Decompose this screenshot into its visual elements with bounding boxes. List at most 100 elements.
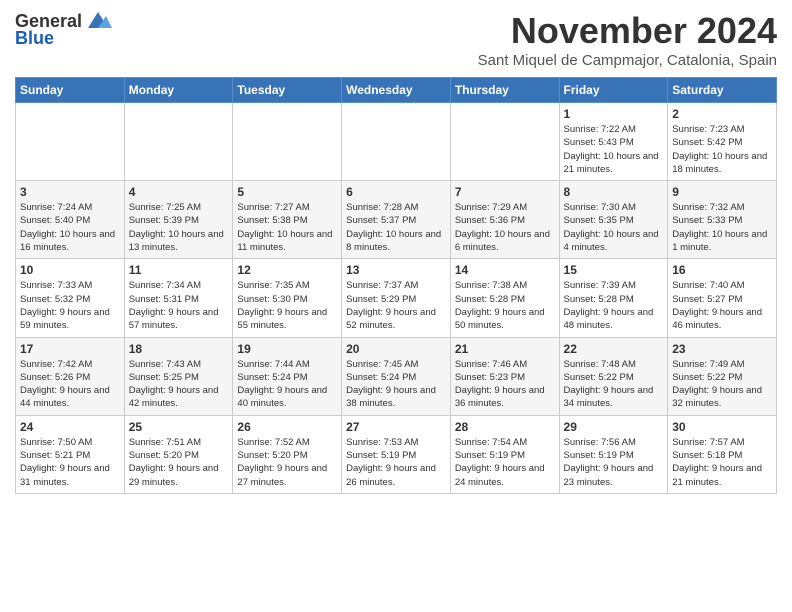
calendar-day-cell: 1Sunrise: 7:22 AM Sunset: 5:43 PM Daylig… xyxy=(559,103,668,181)
calendar-week-row: 10 Sunrise: 7:33 AM Sunset: 5:32 PM Dayli… xyxy=(16,259,777,337)
calendar-day-cell xyxy=(233,103,342,181)
calendar-day-cell: 20Sunrise: 7:45 AM Sunset: 5:24 PM Dayli… xyxy=(342,337,451,415)
day-number: 12 xyxy=(237,263,337,277)
day-number: 28 xyxy=(455,420,555,434)
calendar-week-row: 24 Sunrise: 7:50 AM Sunset: 5:21 PM Dayli… xyxy=(16,415,777,493)
day-number: 24 xyxy=(20,420,120,434)
day-number: 19 xyxy=(237,342,337,356)
day-info: Sunrise: 7:57 AM Sunset: 5:18 PM Dayligh… xyxy=(672,436,772,489)
day-number: 13 xyxy=(346,263,446,277)
day-of-week-header: Saturday xyxy=(668,78,777,103)
calendar-day-cell: 12 Sunrise: 7:35 AM Sunset: 5:30 PM Dayli… xyxy=(233,259,342,337)
day-number: 6 xyxy=(346,185,446,199)
calendar-day-cell: 23 Sunrise: 7:49 AM Sunset: 5:22 PM Dayli… xyxy=(668,337,777,415)
calendar-day-cell: 9 Sunrise: 7:32 AM Sunset: 5:33 PM Daylig… xyxy=(668,181,777,259)
logo-blue-text: Blue xyxy=(15,28,54,49)
day-number: 4 xyxy=(129,185,229,199)
calendar-day-cell: 14 Sunrise: 7:38 AM Sunset: 5:28 PM Dayli… xyxy=(450,259,559,337)
day-number: 15 xyxy=(564,263,664,277)
calendar-day-cell: 28 Sunrise: 7:54 AM Sunset: 5:19 PM Dayli… xyxy=(450,415,559,493)
day-number: 26 xyxy=(237,420,337,434)
calendar-day-cell: 29 Sunrise: 7:56 AM Sunset: 5:19 PM Dayli… xyxy=(559,415,668,493)
calendar-day-cell: 11Sunrise: 7:34 AM Sunset: 5:31 PM Dayli… xyxy=(124,259,233,337)
day-of-week-header: Tuesday xyxy=(233,78,342,103)
day-number: 18 xyxy=(129,342,229,356)
day-number: 22 xyxy=(564,342,664,356)
calendar-day-cell: 27Sunrise: 7:53 AM Sunset: 5:19 PM Dayli… xyxy=(342,415,451,493)
day-info: Sunrise: 7:42 AM Sunset: 5:26 PM Dayligh… xyxy=(20,358,120,411)
calendar-day-cell: 7Sunrise: 7:29 AM Sunset: 5:36 PM Daylig… xyxy=(450,181,559,259)
calendar-day-cell: 15 Sunrise: 7:39 AM Sunset: 5:28 PM Dayli… xyxy=(559,259,668,337)
day-info: Sunrise: 7:54 AM Sunset: 5:19 PM Dayligh… xyxy=(455,436,555,489)
day-of-week-header: Sunday xyxy=(16,78,125,103)
day-info: Sunrise: 7:25 AM Sunset: 5:39 PM Dayligh… xyxy=(129,201,229,254)
calendar-day-cell: 17 Sunrise: 7:42 AM Sunset: 5:26 PM Dayli… xyxy=(16,337,125,415)
day-number: 10 xyxy=(20,263,120,277)
calendar-day-cell xyxy=(16,103,125,181)
calendar-day-cell xyxy=(342,103,451,181)
day-number: 7 xyxy=(455,185,555,199)
day-info: Sunrise: 7:48 AM Sunset: 5:22 PM Dayligh… xyxy=(564,358,664,411)
day-number: 17 xyxy=(20,342,120,356)
day-number: 9 xyxy=(672,185,772,199)
day-number: 20 xyxy=(346,342,446,356)
day-number: 3 xyxy=(20,185,120,199)
day-info: Sunrise: 7:32 AM Sunset: 5:33 PM Dayligh… xyxy=(672,201,772,254)
day-info: Sunrise: 7:44 AM Sunset: 5:24 PM Dayligh… xyxy=(237,358,337,411)
calendar-day-cell: 10 Sunrise: 7:33 AM Sunset: 5:32 PM Dayli… xyxy=(16,259,125,337)
day-info: Sunrise: 7:37 AM Sunset: 5:29 PM Dayligh… xyxy=(346,279,446,332)
day-number: 29 xyxy=(564,420,664,434)
day-info: Sunrise: 7:28 AM Sunset: 5:37 PM Dayligh… xyxy=(346,201,446,254)
day-info: Sunrise: 7:38 AM Sunset: 5:28 PM Dayligh… xyxy=(455,279,555,332)
day-info: Sunrise: 7:49 AM Sunset: 5:22 PM Dayligh… xyxy=(672,358,772,411)
day-of-week-header: Friday xyxy=(559,78,668,103)
day-number: 8 xyxy=(564,185,664,199)
page-header: General Blue November 2024 Sant Miquel d… xyxy=(15,10,777,69)
day-info: Sunrise: 7:56 AM Sunset: 5:19 PM Dayligh… xyxy=(564,436,664,489)
day-number: 5 xyxy=(237,185,337,199)
day-info: Sunrise: 7:35 AM Sunset: 5:30 PM Dayligh… xyxy=(237,279,337,332)
day-number: 30 xyxy=(672,420,772,434)
day-number: 21 xyxy=(455,342,555,356)
calendar-day-cell: 16Sunrise: 7:40 AM Sunset: 5:27 PM Dayli… xyxy=(668,259,777,337)
calendar-day-cell: 30 Sunrise: 7:57 AM Sunset: 5:18 PM Dayli… xyxy=(668,415,777,493)
day-info: Sunrise: 7:39 AM Sunset: 5:28 PM Dayligh… xyxy=(564,279,664,332)
day-number: 25 xyxy=(129,420,229,434)
day-number: 16 xyxy=(672,263,772,277)
day-info: Sunrise: 7:33 AM Sunset: 5:32 PM Dayligh… xyxy=(20,279,120,332)
calendar-week-row: 1Sunrise: 7:22 AM Sunset: 5:43 PM Daylig… xyxy=(16,103,777,181)
month-title: November 2024 xyxy=(478,10,777,52)
calendar-day-cell: 4 Sunrise: 7:25 AM Sunset: 5:39 PM Daylig… xyxy=(124,181,233,259)
location-subtitle: Sant Miquel de Campmajor, Catalonia, Spa… xyxy=(478,52,777,69)
day-info: Sunrise: 7:53 AM Sunset: 5:19 PM Dayligh… xyxy=(346,436,446,489)
calendar-day-cell: 26 Sunrise: 7:52 AM Sunset: 5:20 PM Dayli… xyxy=(233,415,342,493)
day-of-week-header: Monday xyxy=(124,78,233,103)
calendar-day-cell: 25Sunrise: 7:51 AM Sunset: 5:20 PM Dayli… xyxy=(124,415,233,493)
calendar-day-cell: 21Sunrise: 7:46 AM Sunset: 5:23 PM Dayli… xyxy=(450,337,559,415)
calendar-day-cell: 24 Sunrise: 7:50 AM Sunset: 5:21 PM Dayli… xyxy=(16,415,125,493)
calendar-day-cell: 5 Sunrise: 7:27 AM Sunset: 5:38 PM Daylig… xyxy=(233,181,342,259)
calendar-day-cell xyxy=(450,103,559,181)
calendar-day-cell: 8 Sunrise: 7:30 AM Sunset: 5:35 PM Daylig… xyxy=(559,181,668,259)
logo-icon xyxy=(84,10,112,32)
day-info: Sunrise: 7:43 AM Sunset: 5:25 PM Dayligh… xyxy=(129,358,229,411)
title-block: November 2024 Sant Miquel de Campmajor, … xyxy=(478,10,777,69)
calendar-day-cell: 18 Sunrise: 7:43 AM Sunset: 5:25 PM Dayli… xyxy=(124,337,233,415)
calendar-week-row: 17 Sunrise: 7:42 AM Sunset: 5:26 PM Dayli… xyxy=(16,337,777,415)
day-info: Sunrise: 7:30 AM Sunset: 5:35 PM Dayligh… xyxy=(564,201,664,254)
day-info: Sunrise: 7:52 AM Sunset: 5:20 PM Dayligh… xyxy=(237,436,337,489)
calendar-day-cell xyxy=(124,103,233,181)
day-info: Sunrise: 7:50 AM Sunset: 5:21 PM Dayligh… xyxy=(20,436,120,489)
day-of-week-header: Thursday xyxy=(450,78,559,103)
day-number: 23 xyxy=(672,342,772,356)
calendar-week-row: 3Sunrise: 7:24 AM Sunset: 5:40 PM Daylig… xyxy=(16,181,777,259)
day-number: 2 xyxy=(672,107,772,121)
day-info: Sunrise: 7:27 AM Sunset: 5:38 PM Dayligh… xyxy=(237,201,337,254)
calendar-day-cell: 13 Sunrise: 7:37 AM Sunset: 5:29 PM Dayli… xyxy=(342,259,451,337)
calendar-day-cell: 22 Sunrise: 7:48 AM Sunset: 5:22 PM Dayli… xyxy=(559,337,668,415)
calendar-header-row: SundayMondayTuesdayWednesdayThursdayFrid… xyxy=(16,78,777,103)
calendar-day-cell: 19 Sunrise: 7:44 AM Sunset: 5:24 PM Dayli… xyxy=(233,337,342,415)
day-number: 11 xyxy=(129,263,229,277)
day-number: 1 xyxy=(564,107,664,121)
day-number: 14 xyxy=(455,263,555,277)
